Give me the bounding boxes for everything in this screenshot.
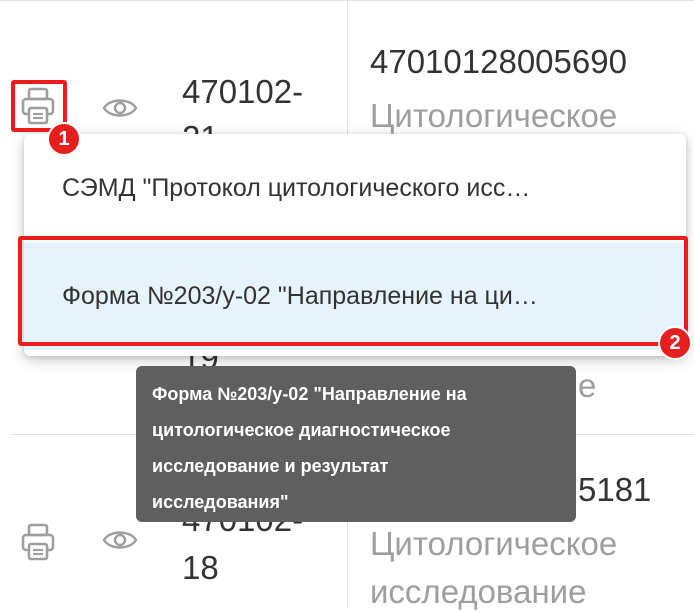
column-divider	[347, 0, 348, 140]
eye-icon[interactable]	[102, 96, 138, 120]
row-id-line-1: 470102-	[182, 73, 304, 110]
menu-item-semd-protocol[interactable]: СЭМД "Протокол цитологического исс…	[24, 134, 686, 242]
tooltip-line: исследования"	[152, 492, 289, 512]
tooltip-line: исследование и результат	[152, 456, 389, 476]
eye-icon[interactable]	[102, 528, 138, 552]
row-number: 47010128005690	[370, 43, 627, 80]
menu-item-tooltip: Форма №203/у-02 "Направление на цитологи…	[136, 366, 576, 522]
row-type-line-1: Цитологическое	[370, 97, 618, 134]
highlight-menu-item	[18, 236, 688, 346]
row-number-tail: 5181	[578, 471, 652, 508]
row-type-line-2: исследование	[370, 573, 587, 610]
row-id-line-2: 18	[182, 549, 219, 586]
printer-icon[interactable]	[20, 522, 56, 562]
tooltip-line: цитологическое диагностическое	[152, 420, 451, 440]
row-type-line-1: Цитологическое	[370, 525, 618, 562]
step-badge-1: 1	[47, 122, 81, 156]
step-badge-2: 2	[658, 326, 692, 360]
tooltip-line: Форма №203/у-02 "Направление на	[152, 384, 467, 404]
row-type-tail: е	[578, 367, 597, 404]
